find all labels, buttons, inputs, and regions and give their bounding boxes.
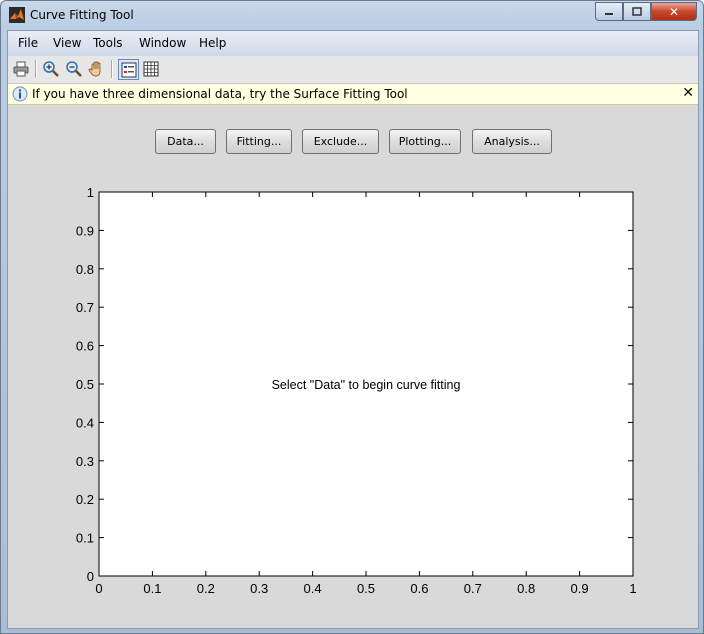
x-tick-label: 0.1 [143, 581, 161, 596]
matlab-logo-icon [9, 7, 25, 23]
y-tick-label: 0.9 [76, 223, 94, 238]
minimize-icon [605, 12, 613, 15]
title-bar[interactable]: Curve Fitting Tool ✕ [1, 1, 703, 30]
x-tick-label: 0.9 [571, 581, 589, 596]
x-tick-label: 0.5 [357, 581, 375, 596]
x-tick-label: 0.3 [250, 581, 268, 596]
y-tick-label: 0.7 [76, 300, 94, 315]
y-tick-label: 0.3 [76, 454, 94, 469]
maximize-icon [632, 7, 642, 16]
x-tick-label: 0.8 [517, 581, 535, 596]
client-area: File View Tools Window Help If you have … [7, 30, 699, 629]
y-tick-label: 0 [87, 569, 94, 584]
minimize-button[interactable] [595, 2, 623, 21]
close-icon: ✕ [668, 4, 680, 19]
x-tick-label: 0.4 [304, 581, 322, 596]
x-tick-label: 1 [629, 581, 636, 596]
x-tick-label: 0.7 [464, 581, 482, 596]
maximize-button[interactable] [623, 2, 651, 21]
y-tick-label: 0.2 [76, 492, 94, 507]
x-tick-label: 0 [95, 581, 102, 596]
y-tick-label: 0.5 [76, 377, 94, 392]
y-tick-label: 1 [87, 185, 94, 200]
y-tick-label: 0.6 [76, 339, 94, 354]
x-tick-label: 0.2 [197, 581, 215, 596]
x-tick-label: 0.6 [410, 581, 428, 596]
y-tick-label: 0.4 [76, 415, 94, 430]
y-tick-label: 0.1 [76, 531, 94, 546]
plot-placeholder-text: Select "Data" to begin curve fitting [272, 378, 461, 392]
y-tick-label: 0.8 [76, 262, 94, 277]
plot-axes[interactable]: 0 0.1 0.2 0.3 0.4 0.5 0.6 0.7 0.8 0.9 1 0 0.1 0.2 0.3 0… [8, 31, 698, 628]
close-window-button[interactable]: ✕ [651, 2, 697, 21]
window-title: Curve Fitting Tool [30, 8, 134, 22]
app-window: Curve Fitting Tool ✕ File View Tools Win… [0, 0, 704, 634]
